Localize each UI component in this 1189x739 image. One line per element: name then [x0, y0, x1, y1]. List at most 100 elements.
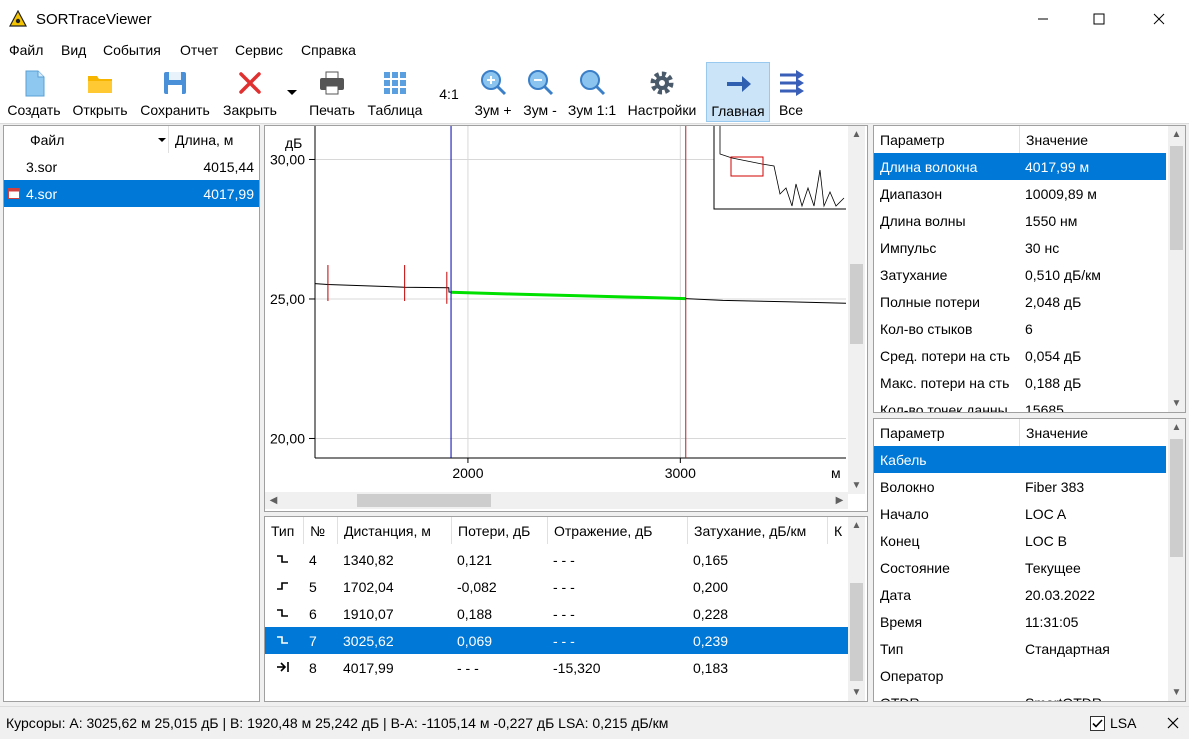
x-unit-label: м — [831, 465, 841, 481]
scroll-up-icon[interactable]: ▲ — [1168, 419, 1185, 436]
floppy-disk-icon — [164, 72, 186, 94]
event-row[interactable]: 4 1340,82 0,121 - - - 0,165 — [265, 546, 848, 573]
scroll-thumb[interactable] — [1170, 439, 1183, 557]
settings-button[interactable]: Настройки — [624, 62, 700, 122]
param-row[interactable]: Конец LOC B — [874, 527, 1166, 554]
minimize-button[interactable] — [1020, 0, 1066, 38]
scroll-down-icon[interactable]: ▼ — [848, 684, 865, 701]
param-row[interactable]: Тип Стандартная — [874, 635, 1166, 662]
scroll-up-icon[interactable]: ▲ — [1168, 126, 1185, 143]
param-row[interactable]: Дата 20.03.2022 — [874, 581, 1166, 608]
file-column-header[interactable]: Файл — [24, 126, 172, 153]
params-vertical-scrollbar[interactable]: ▲ ▼ — [1168, 126, 1185, 412]
col-k[interactable]: К — [827, 517, 847, 544]
chart-vertical-scrollbar[interactable]: ▲ ▼ — [848, 126, 865, 494]
scroll-thumb[interactable] — [850, 583, 863, 681]
param-row[interactable]: Кабель — [874, 446, 1166, 473]
close-panel-icon[interactable] — [1167, 717, 1179, 729]
param-value: 30 нс — [1025, 240, 1060, 256]
param-row[interactable]: Волокно Fiber 383 — [874, 473, 1166, 500]
param-row[interactable]: Время 11:31:05 — [874, 608, 1166, 635]
ratio-button[interactable]: 4:1 — [432, 62, 466, 122]
event-num: 5 — [309, 579, 317, 595]
zoom-in-icon — [481, 70, 507, 96]
col-parameter[interactable]: Параметр — [874, 126, 1019, 153]
zoom-out-button[interactable]: Зум - — [518, 62, 562, 122]
param-name: Оператор — [880, 668, 944, 684]
event-row[interactable]: 8 4017,99 - - - -15,320 0,183 — [265, 654, 848, 681]
lsa-checkbox[interactable]: LSA — [1090, 715, 1150, 733]
param-row[interactable]: Затухание 0,510 дБ/км — [874, 261, 1166, 288]
scroll-thumb[interactable] — [850, 264, 863, 344]
maximize-icon — [1093, 13, 1105, 25]
col-distance[interactable]: Дистанция, м — [337, 517, 451, 544]
col-parameter[interactable]: Параметр — [874, 419, 1019, 446]
scroll-down-icon[interactable]: ▼ — [1168, 395, 1185, 412]
scroll-thumb[interactable] — [1170, 146, 1183, 250]
info-vertical-scrollbar[interactable]: ▲ ▼ — [1168, 419, 1185, 701]
trace-chart[interactable]: 30,00 25,00 20,00 2000 3000 дБ м — [265, 126, 867, 511]
param-row[interactable]: Кол-во стыков 6 — [874, 315, 1166, 342]
param-row[interactable]: Состояние Текущее — [874, 554, 1166, 581]
event-row[interactable]: 5 1702,04 -0,082 - - - 0,200 — [265, 573, 848, 600]
param-row[interactable]: Диапазон 10009,89 м — [874, 180, 1166, 207]
param-row[interactable]: Макс. потери на сть 0,188 дБ — [874, 369, 1166, 396]
param-row[interactable]: Оператор — [874, 662, 1166, 689]
scroll-up-icon[interactable]: ▲ — [848, 126, 865, 143]
chart-horizontal-scrollbar[interactable]: ◀ ▶ — [265, 492, 848, 509]
file-row[interactable]: 3.sor 4015,44 — [4, 153, 259, 180]
scroll-thumb[interactable] — [357, 494, 491, 507]
col-loss[interactable]: Потери, дБ — [451, 517, 547, 544]
param-row[interactable]: Начало LOC A — [874, 500, 1166, 527]
table-button[interactable]: Таблица — [364, 62, 426, 122]
close-window-button[interactable] — [1136, 0, 1182, 38]
param-value: Стандартная — [1025, 641, 1110, 657]
param-row[interactable]: Длина волокна 4017,99 м — [874, 153, 1166, 180]
zoom-reset-button[interactable]: Зум 1:1 — [564, 62, 620, 122]
event-atten: 0,228 — [693, 606, 729, 622]
menu-file[interactable]: Файл — [9, 42, 43, 58]
zoom-in-button[interactable]: Зум + — [470, 62, 516, 122]
param-value: Fiber 383 — [1025, 479, 1085, 495]
menu-view[interactable]: Вид — [61, 42, 86, 58]
main-view-button[interactable]: Главная — [706, 62, 770, 122]
print-button[interactable]: Печать — [304, 62, 360, 122]
col-type[interactable]: Тип — [265, 517, 303, 544]
open-button[interactable]: Открыть — [68, 62, 132, 122]
file-row-selected[interactable]: 4.sor 4017,99 — [4, 180, 259, 207]
menu-help[interactable]: Справка — [301, 42, 356, 58]
scroll-right-icon[interactable]: ▶ — [831, 492, 848, 509]
maximize-button[interactable] — [1076, 0, 1122, 38]
param-row[interactable]: Полные потери 2,048 дБ — [874, 288, 1166, 315]
calendar-file-icon — [8, 188, 20, 199]
param-name: Длина волокна — [880, 159, 978, 175]
save-button[interactable]: Сохранить — [136, 62, 214, 122]
menu-service[interactable]: Сервис — [235, 42, 283, 58]
param-row[interactable]: Длина волны 1550 нм — [874, 207, 1166, 234]
scroll-left-icon[interactable]: ◀ — [265, 492, 282, 509]
col-reflection[interactable]: Отражение, дБ — [547, 517, 687, 544]
col-attenuation[interactable]: Затухание, дБ/км — [687, 517, 827, 544]
zoom-reset-icon — [580, 70, 606, 96]
event-row-selected[interactable]: 7 3025,62 0,069 - - - 0,239 — [265, 627, 848, 654]
event-loss: 0,121 — [457, 552, 493, 568]
events-vertical-scrollbar[interactable]: ▲ ▼ — [848, 517, 865, 701]
event-row[interactable]: 6 1910,07 0,188 - - - 0,228 — [265, 600, 848, 627]
col-value[interactable]: Значение — [1019, 419, 1167, 446]
param-row[interactable]: Импульс 30 нс — [874, 234, 1166, 261]
scroll-down-icon[interactable]: ▼ — [1168, 684, 1185, 701]
length-column-header[interactable]: Длина, м — [168, 126, 259, 153]
param-row[interactable]: OTDR SmartOTDR — [874, 689, 1166, 701]
all-view-button[interactable]: Все — [772, 62, 810, 122]
param-row[interactable]: Кол-во точек данны 15685 — [874, 396, 1166, 412]
param-row[interactable]: Сред. потери на сть 0,054 дБ — [874, 342, 1166, 369]
close-dropdown-button[interactable] — [284, 62, 300, 122]
menu-events[interactable]: События — [103, 42, 161, 58]
close-file-button[interactable]: Закрыть — [218, 62, 282, 122]
create-button[interactable]: Создать — [4, 62, 64, 122]
col-value[interactable]: Значение — [1019, 126, 1167, 153]
col-num[interactable]: № — [303, 517, 337, 544]
scroll-up-icon[interactable]: ▲ — [848, 517, 865, 534]
menu-report[interactable]: Отчет — [180, 42, 218, 58]
scroll-down-icon[interactable]: ▼ — [848, 477, 865, 494]
